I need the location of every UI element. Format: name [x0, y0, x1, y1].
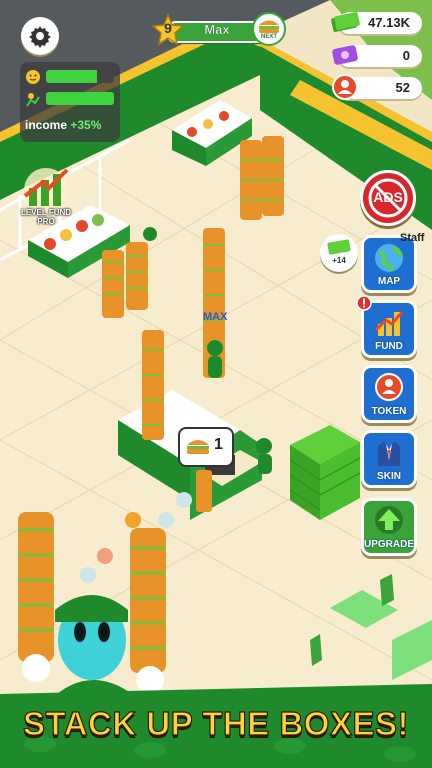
alert-badge-icon	[356, 295, 372, 311]
stats-panel: income +35%	[20, 62, 120, 142]
gear-icon	[29, 26, 51, 48]
level-fund-button[interactable]: LEVEL FUND PRO	[15, 166, 77, 236]
fund-chart-icon	[374, 311, 404, 336]
skin-button[interactable]: SKIN	[361, 430, 417, 488]
token-coin-icon	[375, 373, 403, 401]
smiley-icon	[26, 70, 40, 84]
reward-bonus-label: +14	[332, 256, 346, 265]
player-level: 9	[164, 20, 172, 36]
ads-label: ADS	[373, 189, 403, 205]
cash-bundle-icon	[327, 239, 351, 255]
settings-button[interactable]	[21, 17, 59, 55]
upgrade-arrow-icon	[375, 506, 403, 534]
next-reward-button[interactable]: NEXT	[252, 12, 286, 46]
reward-bonus-button[interactable]: +14	[320, 234, 358, 272]
income-bonus: +35%	[70, 118, 102, 132]
satisfaction-bar	[46, 70, 114, 83]
efficiency-icon	[26, 93, 40, 107]
token-button[interactable]: TOKEN	[361, 365, 417, 423]
money-counter: 47.13K	[331, 12, 422, 34]
efficiency-fill	[46, 92, 114, 105]
income-readout: income +35%	[25, 118, 101, 132]
customer-icon	[332, 74, 358, 100]
burger-icon	[259, 20, 279, 33]
cash-icon	[331, 12, 360, 32]
suit-icon	[378, 441, 400, 466]
order-count: 1	[214, 436, 223, 453]
upgrade-label: UPGRADE	[364, 539, 415, 550]
no-ads-button[interactable]: ADS	[360, 170, 416, 226]
efficiency-bar	[46, 92, 114, 105]
burger-icon	[187, 440, 209, 454]
player-name: Max	[204, 22, 230, 37]
money-value: 47.13K	[368, 15, 410, 30]
staff-sign: Staff	[400, 232, 425, 244]
level-fund-label: LEVEL FUND PRO	[20, 208, 72, 226]
banner-title: STACK UP THE BOXES!	[22, 704, 409, 742]
globe-icon	[375, 244, 403, 272]
income-label: income	[25, 118, 68, 132]
player-tag: MAX	[203, 311, 228, 323]
satisfaction-fill	[46, 70, 97, 83]
map-label: MAP	[377, 276, 401, 287]
order-bubble: 1	[178, 427, 234, 467]
token-value: 0	[402, 48, 410, 63]
player-level-bar[interactable]: Max 9 NEXT	[152, 12, 286, 46]
level-fund-icon	[23, 168, 69, 212]
fund-button[interactable]: FUND	[356, 295, 417, 358]
skin-label: SKIN	[377, 471, 401, 482]
token-counter: 0	[332, 45, 422, 67]
customer-value: 52	[395, 80, 410, 95]
upgrade-button[interactable]: UPGRADE	[361, 498, 417, 556]
next-label: NEXT	[260, 34, 277, 40]
fund-label: FUND	[375, 341, 403, 352]
token-label: TOKEN	[371, 406, 407, 417]
token-ticket-icon	[332, 45, 358, 65]
customer-counter: 52	[332, 74, 422, 100]
